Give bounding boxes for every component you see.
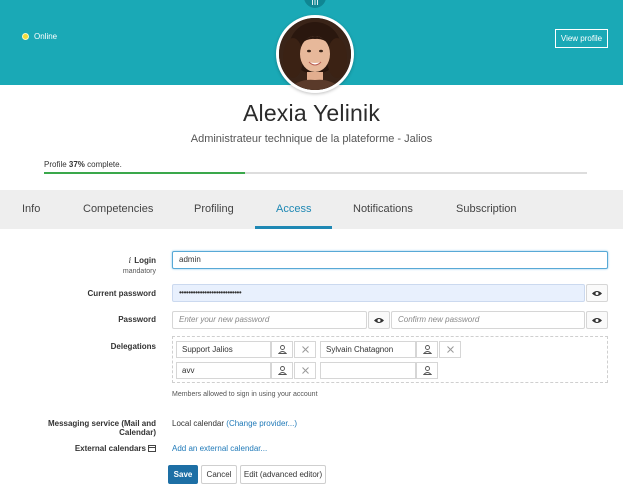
delegation-select-user-button[interactable] xyxy=(271,341,293,358)
tab-info[interactable]: Info xyxy=(22,190,40,229)
confirm-password-input[interactable]: Confirm new password xyxy=(391,311,585,329)
current-password-input[interactable]: ••••••••••••••••••••••••••• xyxy=(172,284,585,302)
add-external-calendar-link[interactable]: Add an external calendar... xyxy=(172,444,267,453)
avatar-photo-icon xyxy=(279,18,351,90)
confirm-password-visibility-button[interactable] xyxy=(586,311,608,329)
eye-icon xyxy=(592,317,602,323)
close-icon xyxy=(446,346,454,353)
menu-icon[interactable]: III xyxy=(304,0,326,8)
user-icon xyxy=(277,366,287,375)
eye-icon xyxy=(592,290,602,296)
status-dot-icon xyxy=(22,33,29,40)
messaging-label: Messaging service (Mail and Calendar) xyxy=(47,419,156,437)
delegation-select-user-button[interactable] xyxy=(271,362,293,379)
cancel-button[interactable]: Cancel xyxy=(201,465,237,484)
save-button[interactable]: Save xyxy=(168,465,198,484)
login-label: i Login xyxy=(60,256,156,265)
tab-competencies[interactable]: Competencies xyxy=(83,190,153,229)
tab-notifications[interactable]: Notifications xyxy=(353,190,413,229)
delegation-select-user-button[interactable] xyxy=(416,341,438,358)
view-profile-button[interactable]: View profile xyxy=(555,29,608,48)
change-provider-link[interactable]: (Change provider...) xyxy=(226,419,297,428)
progress-prefix: Profile xyxy=(44,160,69,169)
calendar-icon xyxy=(148,445,156,452)
profile-name: Alexia Yelinik xyxy=(242,100,381,126)
profile-progress-fill xyxy=(44,172,245,174)
delegation-input[interactable]: avv xyxy=(176,362,271,379)
delegation-remove-button[interactable] xyxy=(294,362,316,379)
online-status: Online xyxy=(22,32,57,41)
user-icon xyxy=(422,366,432,375)
current-password-visibility-button[interactable] xyxy=(586,284,608,302)
login-input[interactable]: admin xyxy=(172,251,608,269)
avatar[interactable] xyxy=(276,15,354,93)
user-icon xyxy=(277,345,287,354)
profile-progress-bar xyxy=(44,172,587,174)
external-calendars-label: External calendars xyxy=(40,444,156,453)
delegation-remove-button[interactable] xyxy=(439,341,461,358)
delegation-remove-button[interactable] xyxy=(294,341,316,358)
close-icon xyxy=(301,346,309,353)
messaging-value: Local calendar (Change provider...) xyxy=(172,419,297,428)
profile-progress-text: Profile 37% complete. xyxy=(44,160,122,169)
messaging-provider: Local calendar xyxy=(172,419,225,428)
delegation-select-user-button[interactable] xyxy=(416,362,438,379)
new-password-input[interactable]: Enter your new password xyxy=(172,311,367,329)
tab-bar: Info Competencies Profiling Access Notif… xyxy=(0,190,623,229)
edit-advanced-button[interactable]: Edit (advanced editor) xyxy=(240,465,326,484)
progress-percent: 37% xyxy=(68,160,85,169)
login-mandatory: mandatory xyxy=(122,268,156,275)
tab-profiling[interactable]: Profiling xyxy=(194,190,234,229)
status-text: Online xyxy=(34,32,58,41)
delegation-input-empty[interactable] xyxy=(320,362,416,379)
external-calendars-label-text: External calendars xyxy=(74,444,146,453)
new-password-placeholder: Enter your new password xyxy=(179,315,270,324)
progress-suffix: complete. xyxy=(84,160,122,169)
delegation-input[interactable]: Support Jalios xyxy=(176,341,271,358)
tab-access[interactable]: Access xyxy=(276,190,311,229)
active-tab-indicator xyxy=(255,226,332,229)
current-password-label: Current password xyxy=(87,289,156,298)
profile-role: Administrateur technique de la plateform… xyxy=(190,133,433,145)
new-password-visibility-button[interactable] xyxy=(368,311,390,329)
tab-subscription[interactable]: Subscription xyxy=(456,190,517,229)
password-label: Password xyxy=(118,315,156,324)
close-icon xyxy=(301,367,309,374)
delegation-input[interactable]: Sylvain Chatagnon xyxy=(320,341,416,358)
info-icon: i xyxy=(128,256,132,265)
login-label-text: Login xyxy=(134,256,156,265)
delegations-label: Delegations xyxy=(110,342,156,351)
eye-icon xyxy=(374,317,384,323)
delegations-helper-text: Members allowed to sign in using your ac… xyxy=(172,391,318,398)
confirm-password-placeholder: Confirm new password xyxy=(398,315,480,324)
user-icon xyxy=(422,345,432,354)
